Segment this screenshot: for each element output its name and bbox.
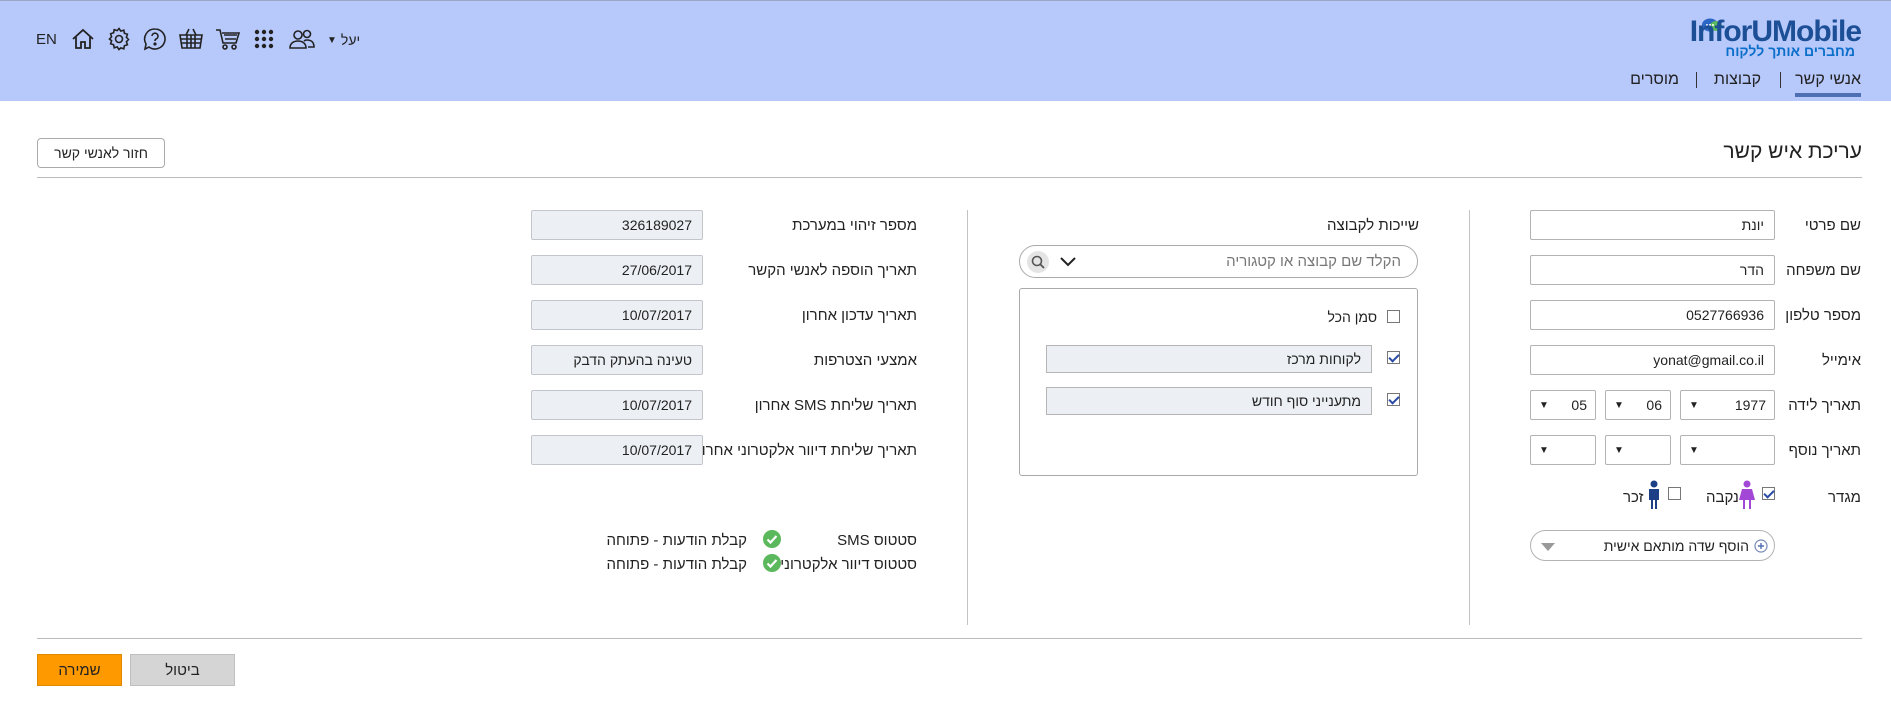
group-item-month-end-leads: מתענייני סוף חודש <box>1046 387 1372 415</box>
chevron-down-icon: ▼ <box>327 34 337 46</box>
logo-tagline: מחברים אותך ללקוח <box>1725 43 1855 59</box>
first-name-label: שם פרטי <box>1804 217 1861 234</box>
added-date-field: 27/06/2017 <box>531 255 703 285</box>
tab-contacts[interactable]: אנשי קשר <box>1795 71 1861 97</box>
phone-input[interactable]: 0527766936 <box>1530 300 1775 330</box>
extra-year-select[interactable]: ▼ <box>1680 435 1775 465</box>
chevron-down-icon: ▼ <box>1539 444 1549 456</box>
join-method-label: אמצעי הצטרפות <box>813 352 917 369</box>
logo[interactable]: InforUMobile מחברים אותך ללקוח <box>1690 15 1862 59</box>
last-email-field: 10/07/2017 <box>531 435 703 465</box>
user-name: יעל <box>340 32 361 48</box>
gender-label: מגדר <box>1828 489 1861 506</box>
birth-month-select[interactable]: 06 ▼ <box>1605 390 1671 420</box>
back-to-contacts-button[interactable]: חזור לאנשי קשר <box>37 138 165 168</box>
chevron-down-icon: ▼ <box>1614 444 1624 456</box>
phone-label: מספר טלפון <box>1785 307 1861 324</box>
add-custom-field-label: הוסף שדה מותאם אישית <box>1603 538 1749 554</box>
sms-status-label: סטטוס SMS <box>837 532 917 549</box>
last-sms-label: תאריך שליחת SMS אחרון <box>754 397 917 414</box>
nav-separator <box>1780 72 1781 88</box>
last-email-label: תאריך שליחת דיוור אלקטרוני אחרון <box>697 442 917 459</box>
select-all-label: סמן הכל <box>1327 309 1377 325</box>
male-label: זכר <box>1623 489 1644 506</box>
select-all-checkbox[interactable] <box>1387 310 1400 323</box>
join-method-field: טעינה בהעתק הדבק <box>531 345 703 375</box>
birth-year-value: 1977 <box>1734 397 1766 413</box>
extra-month-select[interactable]: ▼ <box>1605 435 1671 465</box>
save-button[interactable]: שמירה <box>37 654 122 686</box>
groups-list: סמן הכל לקוחות מרכז מתענייני סוף חודש <box>1019 288 1418 476</box>
column-divider <box>1469 210 1470 625</box>
gear-icon[interactable] <box>106 26 132 52</box>
tab-senders[interactable]: מוסרים <box>1630 71 1679 89</box>
extra-day-select[interactable]: ▼ <box>1530 435 1596 465</box>
added-date-label: תאריך הוספה לאנשי הקשר <box>748 262 917 279</box>
group-checkbox[interactable] <box>1387 351 1400 364</box>
check-circle-icon <box>763 554 781 572</box>
email-label: אימייל <box>1821 352 1861 369</box>
male-checkbox[interactable] <box>1668 487 1681 500</box>
check-circle-icon <box>763 530 781 548</box>
home-icon[interactable] <box>70 26 96 52</box>
chevron-down-icon: ▼ <box>1689 444 1699 456</box>
birth-month-value: 06 <box>1646 397 1662 413</box>
male-icon <box>1649 480 1659 509</box>
sms-status-value: קבלת הודעות - פתוחה <box>606 532 747 549</box>
basket-icon[interactable] <box>178 26 204 52</box>
title-divider <box>37 177 1862 178</box>
updated-date-label: תאריך עדכון אחרון <box>801 307 917 324</box>
birthdate-label: תאריך לידה <box>1788 397 1861 414</box>
chevron-down-icon[interactable] <box>1060 257 1076 267</box>
search-icon[interactable] <box>1026 250 1050 274</box>
birth-day-select[interactable]: 05 ▼ <box>1530 390 1596 420</box>
footer-divider <box>37 638 1862 639</box>
page-title: עריכת איש קשר <box>1723 140 1862 163</box>
group-checkbox[interactable] <box>1387 393 1400 406</box>
top-header: InforUMobile מחברים אותך ללקוח אנשי קשר … <box>0 0 1891 101</box>
female-checkbox[interactable] <box>1762 487 1775 500</box>
chevron-down-icon <box>1541 543 1555 551</box>
chevron-down-icon: ▼ <box>1539 399 1549 411</box>
system-id-label: מספר זיהוי במערכת <box>792 217 917 234</box>
column-divider <box>967 210 968 625</box>
last-name-input[interactable]: הדר <box>1530 255 1775 285</box>
group-search[interactable]: הקלד שם קבוצה או קטגוריה <box>1019 245 1418 278</box>
help-icon[interactable] <box>142 26 168 52</box>
nav-separator <box>1696 72 1697 88</box>
email-status-value: קבלת הודעות - פתוחה <box>606 556 747 573</box>
chevron-down-icon: ▼ <box>1614 399 1624 411</box>
email-status-label: סטטוס דיוור אלקטרוני <box>780 556 917 573</box>
group-item-center-customers: לקוחות מרכז <box>1046 345 1372 373</box>
tab-groups[interactable]: קבוצות <box>1714 71 1761 89</box>
female-icon <box>1739 480 1755 509</box>
add-custom-field-button[interactable]: הוסף שדה מותאם אישית <box>1530 530 1775 561</box>
email-input[interactable]: yonat@gmail.co.il <box>1530 345 1775 375</box>
last-sms-field: 10/07/2017 <box>531 390 703 420</box>
cancel-button[interactable]: ביטול <box>130 654 235 686</box>
language-switch[interactable]: EN <box>36 31 57 48</box>
chevron-down-icon: ▼ <box>1689 399 1699 411</box>
birth-year-select[interactable]: 1977 ▼ <box>1680 390 1775 420</box>
system-id-field: 326189027 <box>531 210 703 240</box>
user-menu[interactable]: ▼ יעל <box>327 32 360 48</box>
birth-day-value: 05 <box>1571 397 1587 413</box>
apps-grid-icon[interactable] <box>251 26 277 52</box>
users-icon[interactable] <box>289 26 315 52</box>
extra-date-label: תאריך נוסף <box>1788 442 1861 459</box>
group-search-placeholder: הקלד שם קבוצה או קטגוריה <box>1226 253 1401 270</box>
plus-icon <box>1754 539 1768 553</box>
groups-title: שייכות לקבוצה <box>1327 217 1419 234</box>
first-name-input[interactable]: יונת <box>1530 210 1775 240</box>
updated-date-field: 10/07/2017 <box>531 300 703 330</box>
cart-icon[interactable] <box>215 26 241 52</box>
last-name-label: שם משפחה <box>1786 262 1861 279</box>
female-label: נקבה <box>1706 489 1739 506</box>
